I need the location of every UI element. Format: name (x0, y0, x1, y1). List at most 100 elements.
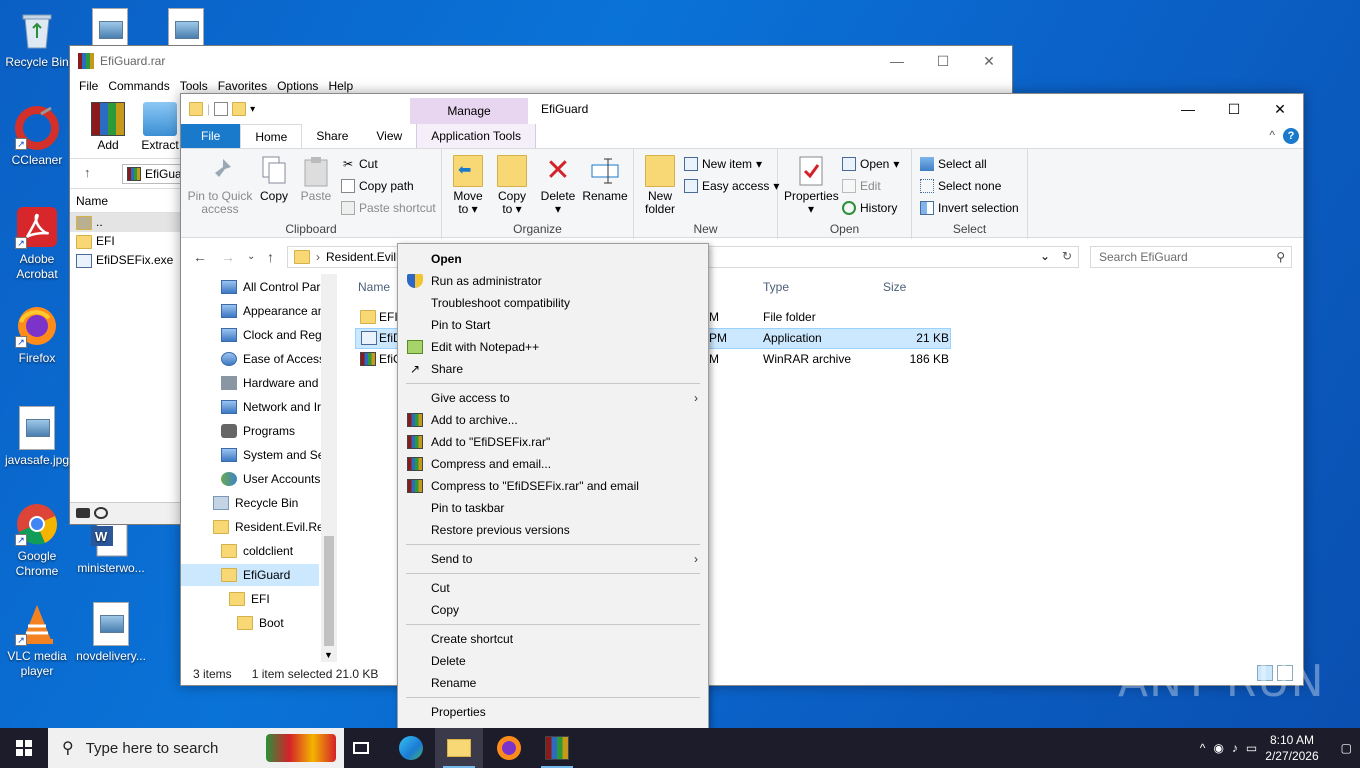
list-item[interactable]: EfiDSEFix.exe (70, 251, 180, 270)
nav-item[interactable]: All Control Par (221, 276, 321, 298)
rename-button[interactable]: Rename (582, 155, 628, 203)
tab-file[interactable]: File (181, 124, 241, 148)
nav-item[interactable]: Appearance an (221, 300, 321, 322)
type-column-header[interactable]: Type (763, 280, 789, 294)
nav-item[interactable]: Programs (221, 420, 321, 442)
back-arrow-icon[interactable]: ← (193, 249, 207, 265)
network-icon[interactable]: ▭ (1246, 741, 1257, 755)
volume-icon[interactable]: ♪ (1232, 741, 1238, 755)
tab-share[interactable]: Share (302, 124, 362, 148)
paste-button[interactable]: Paste (297, 155, 335, 203)
menu-item-cut[interactable]: Cut (398, 577, 708, 599)
minimize-button[interactable]: — (1165, 94, 1211, 124)
clock[interactable]: 8:10 AM 2/27/2026 (1265, 732, 1318, 764)
properties-button[interactable]: Properties ▾ (784, 155, 839, 216)
name-column-header[interactable]: Name (358, 280, 390, 294)
copy-to-button[interactable]: Copy to ▾ (494, 155, 530, 216)
winrar-file-list[interactable]: Name .. EFI EfiDSEFix.exe (70, 188, 180, 498)
scrollbar-thumb[interactable] (324, 536, 334, 646)
desktop-icon-recycle-bin[interactable]: Recycle Bin (0, 8, 74, 70)
desktop-icon-firefox[interactable]: ↗ Firefox (0, 304, 74, 366)
menu-item-edit-notepad[interactable]: Edit with Notepad++ (398, 336, 708, 358)
new-folder-button[interactable]: New folder (640, 155, 680, 216)
scroll-down-icon[interactable]: ▼ (324, 650, 333, 660)
menu-file[interactable]: File (74, 76, 103, 96)
menu-item-open[interactable]: Open (398, 248, 708, 270)
winrar-address-field[interactable]: EfiGuar (122, 164, 182, 184)
search-input[interactable]: Search EfiGuard ⚲ (1090, 246, 1292, 268)
nav-item[interactable]: Resident.Evil.Re (213, 516, 321, 538)
up-arrow-icon[interactable]: ↑ (84, 165, 91, 180)
pin-quick-access-button[interactable]: Pin to Quick access (187, 155, 253, 216)
paste-shortcut-button[interactable]: Paste shortcut (341, 201, 436, 215)
open-button[interactable]: Open ▾ (842, 157, 899, 171)
list-item[interactable]: EFI (70, 232, 180, 251)
menu-item-delete[interactable]: Delete (398, 650, 708, 672)
nav-item[interactable]: EFI (229, 588, 319, 610)
cut-button[interactable]: ✂ Cut (341, 157, 378, 171)
copy-button[interactable]: Copy (255, 155, 293, 203)
winrar-titlebar[interactable]: EfiGuard.rar (70, 46, 1012, 76)
menu-item-compress-email[interactable]: Compress and email... (398, 453, 708, 475)
nav-scrollbar[interactable]: ▼ (321, 274, 337, 662)
nav-item[interactable]: Boot (237, 612, 319, 634)
close-button[interactable]: ✕ (1257, 94, 1303, 124)
desktop-icon-ccleaner[interactable]: ↗ CCleaner (0, 106, 74, 168)
recent-locations-icon[interactable]: ⌄ (247, 251, 255, 262)
tab-application-tools[interactable]: Application Tools (416, 124, 537, 148)
invert-selection-button[interactable]: Invert selection (920, 201, 1019, 215)
easy-access-button[interactable]: Easy access ▾ (684, 179, 779, 193)
taskbar-winrar[interactable] (533, 728, 581, 768)
nav-item[interactable]: Recycle Bin (213, 492, 321, 514)
name-column-header[interactable]: Name (70, 189, 180, 213)
help-icon[interactable]: ? (1283, 128, 1299, 144)
desktop-icon-google-chrome[interactable]: ↗ Google Chrome (0, 502, 74, 579)
menu-item-run-as-admin[interactable]: Run as administrator (398, 270, 708, 292)
nav-item[interactable]: User Accounts (221, 468, 321, 490)
desktop-icon-vlc[interactable]: ↗ VLC media player (0, 602, 74, 679)
task-view-button[interactable] (337, 728, 385, 768)
menu-item-add-rar[interactable]: Add to "EfiDSEFix.rar" (398, 431, 708, 453)
notifications-icon[interactable]: ▢ (1341, 741, 1352, 755)
desktop-icon-javasafe[interactable]: javasafe.jpg (0, 406, 74, 468)
nav-item[interactable]: Clock and Regi (221, 324, 321, 346)
meet-now-icon[interactable]: ◉ (1213, 741, 1223, 755)
extract-button[interactable]: Extract (134, 102, 186, 152)
nav-item[interactable]: System and Sec (221, 444, 321, 466)
nav-item[interactable]: coldclient (221, 540, 321, 562)
qat-dropdown-icon[interactable]: ▾ (250, 104, 255, 115)
menu-item-give-access[interactable]: Give access to › (398, 387, 708, 409)
list-item[interactable]: .. (70, 213, 180, 232)
menu-item-pin-taskbar[interactable]: Pin to taskbar (398, 497, 708, 519)
taskbar-firefox[interactable] (485, 728, 533, 768)
menu-item-copy[interactable]: Copy (398, 599, 708, 621)
nav-item[interactable]: Network and Ir (221, 396, 321, 418)
maximize-button[interactable]: ☐ (1211, 94, 1257, 124)
edit-button[interactable]: Edit (842, 179, 881, 193)
delete-button[interactable]: ✕ Delete ▾ (538, 155, 578, 216)
up-arrow-icon[interactable]: ↑ (267, 249, 274, 265)
select-none-button[interactable]: Select none (920, 179, 1001, 193)
menu-item-send-to[interactable]: Send to › (398, 548, 708, 570)
minimize-button[interactable]: — (874, 46, 920, 76)
explorer-window[interactable]: | ▾ Manage EfiGuard — ☐ ✕ File Home Shar… (180, 93, 1304, 686)
tab-view[interactable]: View (362, 124, 416, 148)
tab-home[interactable]: Home (240, 124, 303, 148)
manage-context-tab[interactable]: Manage (410, 98, 528, 124)
menu-item-restore-versions[interactable]: Restore previous versions (398, 519, 708, 541)
new-folder-icon[interactable] (232, 102, 247, 116)
menu-item-troubleshoot[interactable]: Troubleshoot compatibility (398, 292, 708, 314)
menu-item-create-shortcut[interactable]: Create shortcut (398, 628, 708, 650)
menu-commands[interactable]: Commands (103, 76, 174, 96)
address-dropdown-icon[interactable]: ⌄ (1040, 249, 1050, 263)
taskbar-edge[interactable] (387, 728, 435, 768)
tray-overflow-icon[interactable]: ^ (1200, 741, 1206, 755)
taskbar-search[interactable]: ⚲ Type here to search (48, 728, 344, 768)
nav-item[interactable]: Hardware and (221, 372, 321, 394)
nav-item-efiguard[interactable]: EfiGuard (181, 564, 319, 586)
properties-icon[interactable] (214, 102, 229, 116)
menu-item-rename[interactable]: Rename (398, 672, 708, 694)
nav-item[interactable]: Ease of Access (221, 348, 321, 370)
close-button[interactable]: ✕ (966, 46, 1012, 76)
taskbar-file-explorer[interactable] (435, 728, 483, 768)
